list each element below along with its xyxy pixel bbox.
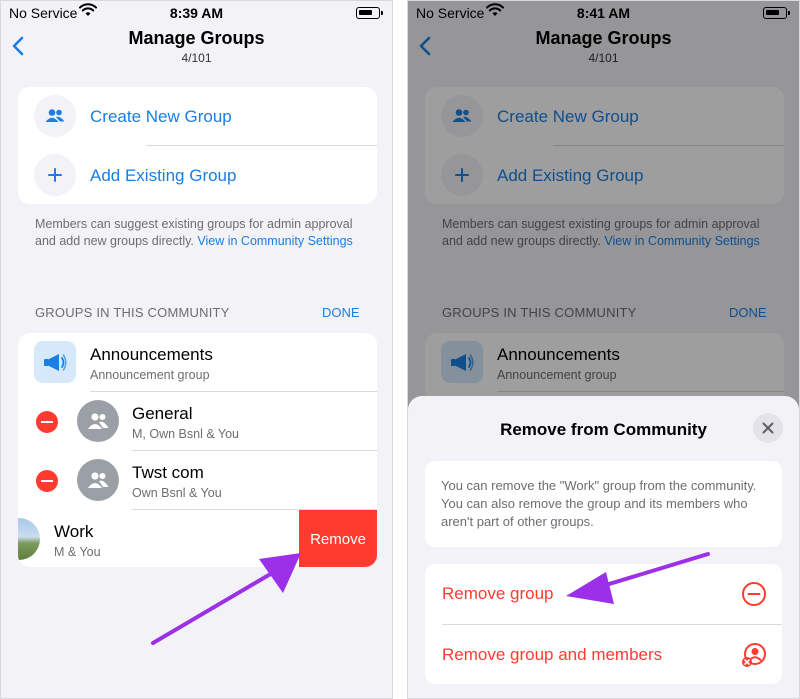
group-name: Announcements xyxy=(90,345,213,364)
clock: 8:39 AM xyxy=(169,5,224,21)
sheet-options: Remove group Remove group and members xyxy=(425,564,782,684)
group-subtitle: Announcement group xyxy=(90,368,210,382)
group-row-twst-com[interactable]: Twst com Own Bsnl & You xyxy=(18,451,377,509)
add-existing-group-label: Add Existing Group xyxy=(90,166,237,185)
group-subtitle: M, Own Bsnl & You xyxy=(132,427,240,441)
remove-group-label: Remove group xyxy=(442,584,554,603)
delete-minus-icon[interactable] xyxy=(36,411,58,433)
people-icon xyxy=(34,95,76,137)
close-icon xyxy=(762,422,774,434)
minus-circle-icon xyxy=(742,582,766,606)
group-subtitle: Own Bsnl & You xyxy=(132,486,222,500)
remove-member-icon xyxy=(742,643,766,667)
done-button[interactable]: DONE xyxy=(322,305,360,320)
group-subtitle: M & You xyxy=(54,545,101,559)
group-name: Work xyxy=(54,522,94,541)
section-header: GROUPS IN THIS COMMUNITY xyxy=(35,305,230,320)
group-avatar-icon xyxy=(77,459,119,501)
community-settings-link[interactable]: View in Community Settings xyxy=(197,234,352,248)
group-actions-card: Create New Group Add Existing Group xyxy=(18,87,377,204)
phone-screen-right: No Service 8:41 AM Manage Groups 4/101 C… xyxy=(407,0,800,699)
remove-from-community-sheet: Remove from Community You can remove the… xyxy=(408,396,799,698)
create-new-group-button[interactable]: Create New Group xyxy=(18,87,377,145)
nav-bar: Manage Groups 4/101 xyxy=(1,25,392,71)
groups-list: Announcements Announcement group General… xyxy=(18,333,377,567)
status-bar: No Service 8:39 AM xyxy=(1,1,392,25)
delete-minus-icon[interactable] xyxy=(36,470,58,492)
group-count: 4/101 xyxy=(181,51,212,65)
remove-group-button[interactable]: Remove group xyxy=(425,564,782,624)
sheet-title: Remove from Community xyxy=(500,420,707,439)
group-avatar-icon xyxy=(77,400,119,442)
group-name: Twst com xyxy=(132,463,204,482)
battery-icon xyxy=(356,7,383,19)
community-settings-note: Members can suggest existing groups for … xyxy=(35,216,355,250)
group-row-work[interactable]: Work M & You Remove xyxy=(18,510,377,567)
remove-group-and-members-button[interactable]: Remove group and members xyxy=(425,625,782,684)
remove-group-and-members-label: Remove group and members xyxy=(442,645,663,664)
group-name: General xyxy=(132,404,193,423)
phone-screen-left: No Service 8:39 AM Manage Groups 4/101 C… xyxy=(0,0,393,699)
landscape-avatar-icon xyxy=(18,518,40,560)
add-existing-group-button[interactable]: Add Existing Group xyxy=(18,146,377,204)
megaphone-icon xyxy=(34,341,76,383)
page-title: Manage Groups xyxy=(128,28,265,48)
sheet-info-text: You can remove the "Work" group from the… xyxy=(425,461,782,547)
group-row-announcements[interactable]: Announcements Announcement group xyxy=(18,333,377,391)
plus-icon xyxy=(34,154,76,196)
create-new-group-label: Create New Group xyxy=(90,107,232,126)
group-row-general[interactable]: General M, Own Bsnl & You xyxy=(18,392,377,450)
swipe-remove-button[interactable]: Remove xyxy=(299,510,377,567)
close-button[interactable] xyxy=(753,413,783,443)
